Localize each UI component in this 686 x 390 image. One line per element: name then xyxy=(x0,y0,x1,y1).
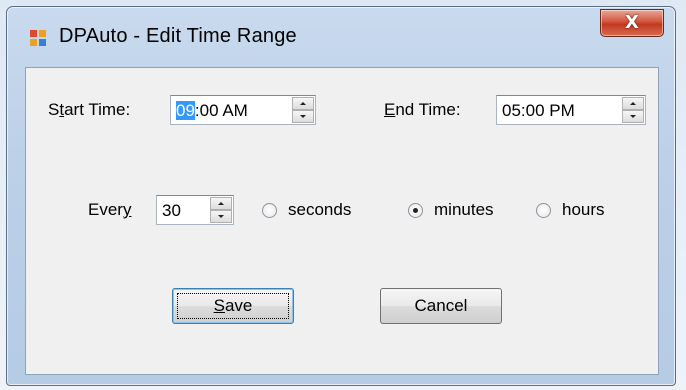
start-time-down-button[interactable] xyxy=(292,110,314,123)
seconds-radio[interactable] xyxy=(262,203,277,218)
radio-selected-dot xyxy=(413,208,418,213)
start-time-picker[interactable]: 09:00 AM xyxy=(170,95,316,125)
cancel-button[interactable]: Cancel xyxy=(380,288,502,324)
start-time-hour-selected[interactable]: 09 xyxy=(176,101,195,120)
every-interval-input[interactable]: 30 xyxy=(156,195,234,225)
app-icon xyxy=(30,30,46,46)
cancel-button-label: Cancel xyxy=(414,296,468,315)
end-time-value[interactable]: 05:00 PM xyxy=(502,101,575,121)
every-down-button[interactable] xyxy=(210,210,232,223)
chevron-up-icon xyxy=(630,102,636,105)
start-time-label: Start Time: xyxy=(48,100,131,119)
title-bar[interactable]: DPAuto - Edit Time Range X xyxy=(7,7,675,59)
every-interval-value[interactable]: 30 xyxy=(162,201,181,221)
close-button[interactable]: X xyxy=(600,9,664,37)
end-time-down-button[interactable] xyxy=(622,110,644,123)
close-icon: X xyxy=(625,12,639,33)
chevron-up-icon xyxy=(300,102,306,105)
focus-rectangle xyxy=(177,293,289,319)
dialog-window: DPAuto - Edit Time Range X Start Time: 0… xyxy=(6,6,676,386)
every-interval-spinner xyxy=(210,197,232,223)
minutes-radio[interactable] xyxy=(408,203,423,218)
start-time-spinner xyxy=(292,97,314,123)
window-title: DPAuto - Edit Time Range xyxy=(59,25,297,47)
end-time-label: End Time: xyxy=(384,100,461,119)
end-time-up-button[interactable] xyxy=(622,97,644,110)
chevron-up-icon xyxy=(218,202,224,205)
hours-label[interactable]: hours xyxy=(562,200,605,220)
dialog-body: Start Time: 09:00 AM End Time: 05:00 PM … xyxy=(25,67,659,375)
start-time-up-button[interactable] xyxy=(292,97,314,110)
every-label: Every xyxy=(88,200,132,219)
seconds-label[interactable]: seconds xyxy=(288,200,351,220)
end-time-spinner xyxy=(622,97,644,123)
hours-radio[interactable] xyxy=(536,203,551,218)
chevron-down-icon xyxy=(300,115,306,118)
end-time-picker[interactable]: 05:00 PM xyxy=(496,95,646,125)
start-time-value[interactable]: 09:00 AM xyxy=(176,101,248,121)
minutes-label[interactable]: minutes xyxy=(434,200,494,220)
chevron-down-icon xyxy=(630,115,636,118)
save-button[interactable]: Save xyxy=(172,288,294,324)
chevron-down-icon xyxy=(218,215,224,218)
every-up-button[interactable] xyxy=(210,197,232,210)
